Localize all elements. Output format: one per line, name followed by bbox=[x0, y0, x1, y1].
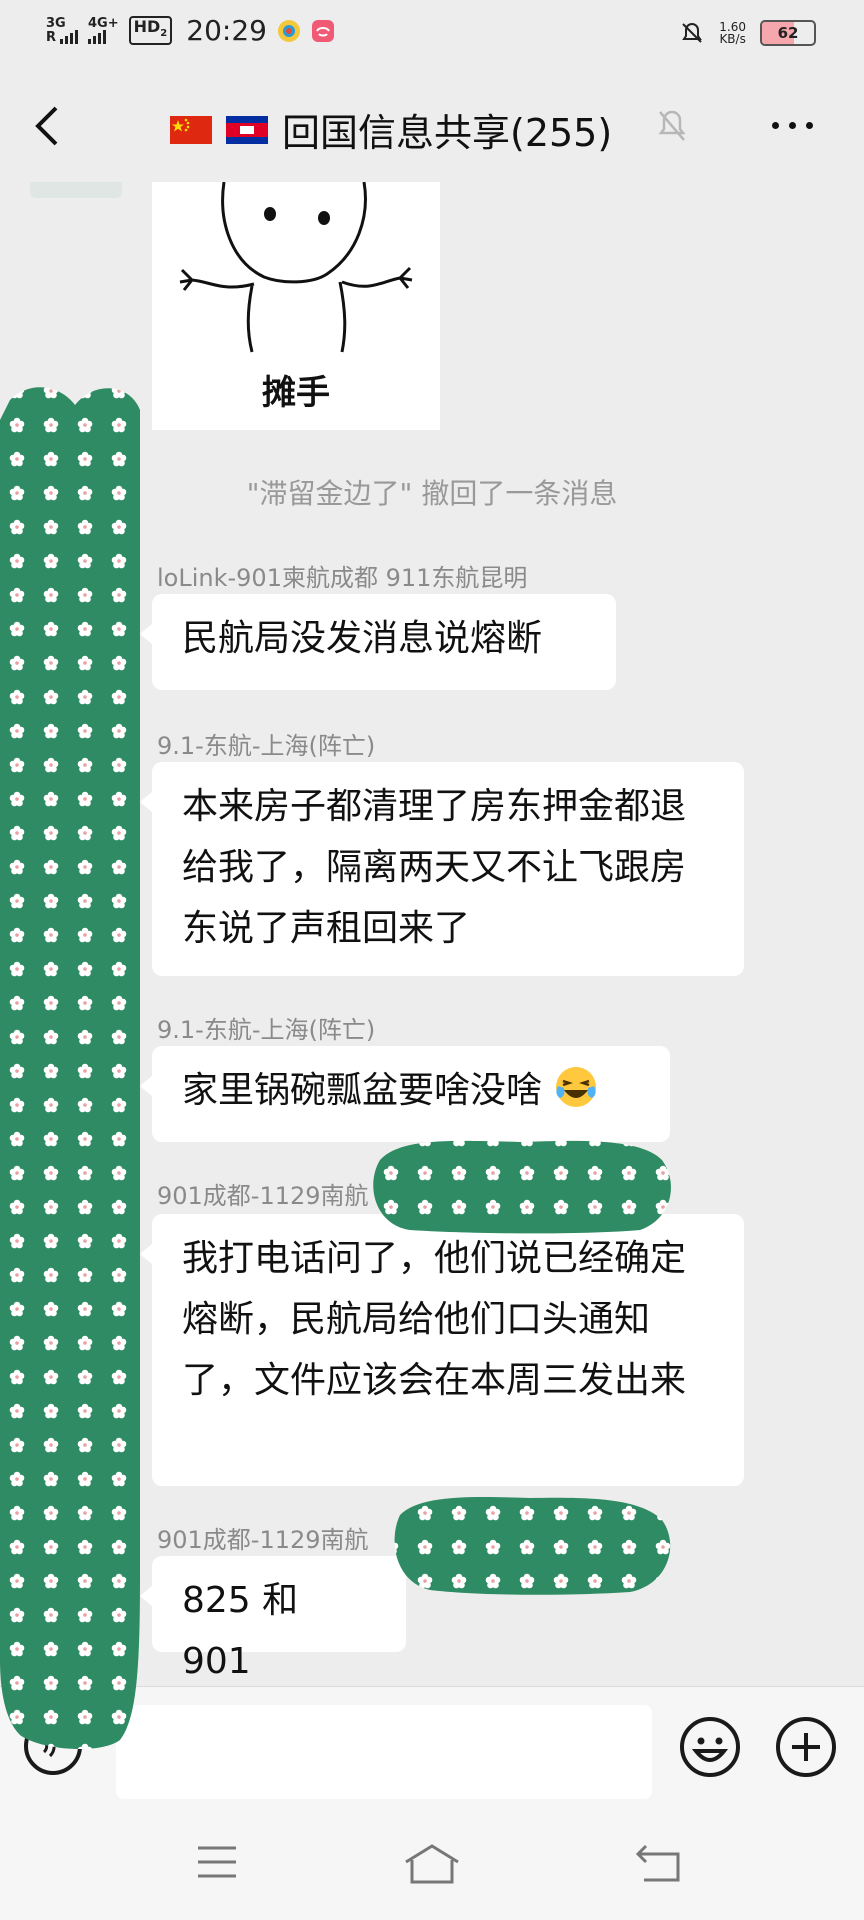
hd-sub-label: 2 bbox=[160, 28, 168, 40]
message-bubble[interactable]: 家里锅碗瓢盆要啥没啥 bbox=[140, 1046, 670, 1142]
message-sender[interactable]: 901成都-1129南航 bbox=[157, 1520, 369, 1555]
plus-icon[interactable] bbox=[774, 1715, 838, 1779]
hd-label: HD bbox=[133, 16, 161, 36]
system-message: "滞留金边了" 撤回了一条消息 bbox=[246, 477, 618, 510]
signal-icon bbox=[60, 30, 79, 44]
laughing-crying-emoji-icon bbox=[556, 1067, 597, 1107]
back-icon[interactable] bbox=[636, 1844, 682, 1884]
shrug-sticker-image: 摊手 bbox=[179, 182, 413, 413]
signal-icon bbox=[88, 30, 119, 44]
message-text: 825 和 901 bbox=[182, 1580, 299, 1682]
message-bubble[interactable]: 民航局没发消息说熔断 bbox=[140, 594, 616, 690]
more-icon[interactable] bbox=[772, 122, 813, 129]
battery-icon: 62 bbox=[760, 20, 816, 46]
battery-level: 62 bbox=[777, 24, 799, 42]
message-sender[interactable]: 9.1-东航-上海(阵亡) bbox=[157, 1010, 375, 1045]
sim1-network-label: 3G bbox=[46, 16, 66, 31]
do-not-disturb-icon bbox=[682, 22, 703, 43]
message-text: 本来房子都清理了房东押金都退给我了，隔离两天又不让飞跟房东说了声租回来了 bbox=[182, 786, 687, 949]
app-notification-icon-2 bbox=[311, 19, 334, 42]
mute-bell-icon bbox=[658, 110, 686, 141]
chat-message-list[interactable]: 摊手 "滞留金边了" 撤回了一条消息 loLink-901柬航成都 911东航昆… bbox=[0, 182, 864, 1686]
message-sender[interactable]: 901成都-1129南航 bbox=[157, 1176, 369, 1211]
message-text: 我打电话问了，他们说已经确定熔断，民航局给他们口头通知了，文件应该会在本周三发出… bbox=[182, 1238, 687, 1401]
menu-icon[interactable] bbox=[196, 1844, 238, 1880]
sticker-caption: 摊手 bbox=[262, 373, 330, 413]
china-flag-icon bbox=[170, 115, 212, 144]
roaming-label: R bbox=[46, 30, 57, 45]
status-time: 20:29 bbox=[186, 14, 267, 47]
sticker-message[interactable]: 摊手 bbox=[152, 182, 440, 430]
back-arrow-icon[interactable] bbox=[30, 102, 66, 150]
network-speed: 1.60 KB/s bbox=[719, 21, 746, 45]
message-sender[interactable]: 9.1-东航-上海(阵亡) bbox=[157, 726, 375, 761]
avatar[interactable] bbox=[30, 182, 122, 198]
emoji-icon[interactable] bbox=[678, 1715, 742, 1779]
status-bar: 3G R 4G+ HD2 20:29 1.60 KB/s 62 bbox=[0, 0, 864, 70]
message-sender[interactable]: loLink-901柬航成都 911东航昆明 bbox=[157, 558, 527, 593]
cambodia-flag-icon bbox=[226, 115, 268, 144]
chat-title: 回国信息共享(255) bbox=[282, 111, 613, 155]
sim1-signal: 3G R bbox=[46, 16, 79, 45]
sim2-network-label: 4G+ bbox=[88, 16, 119, 31]
hd-voice-icon: HD2 bbox=[128, 15, 173, 46]
message-text: 民航局没发消息说熔断 bbox=[182, 618, 543, 659]
message-bubble[interactable]: 825 和 901 bbox=[140, 1556, 406, 1682]
message-text: 家里锅碗瓢盆要啥没啥 bbox=[182, 1070, 543, 1111]
chat-header: 回国信息共享(255) bbox=[0, 70, 864, 182]
sim2-signal: 4G+ bbox=[88, 17, 119, 44]
speed-unit: KB/s bbox=[719, 32, 746, 46]
message-bubble[interactable]: 我打电话问了，他们说已经确定熔断，民航局给他们口头通知了，文件应该会在本周三发出… bbox=[140, 1214, 744, 1486]
message-bubble[interactable]: 本来房子都清理了房东押金都退给我了，隔离两天又不让飞跟房东说了声租回来了 bbox=[140, 762, 744, 976]
voice-icon[interactable] bbox=[24, 1717, 82, 1775]
message-input[interactable] bbox=[116, 1705, 652, 1799]
system-nav-bar bbox=[0, 1800, 864, 1920]
app-notification-icon bbox=[277, 19, 300, 42]
home-icon[interactable] bbox=[404, 1844, 460, 1884]
input-bar bbox=[0, 1686, 864, 1801]
